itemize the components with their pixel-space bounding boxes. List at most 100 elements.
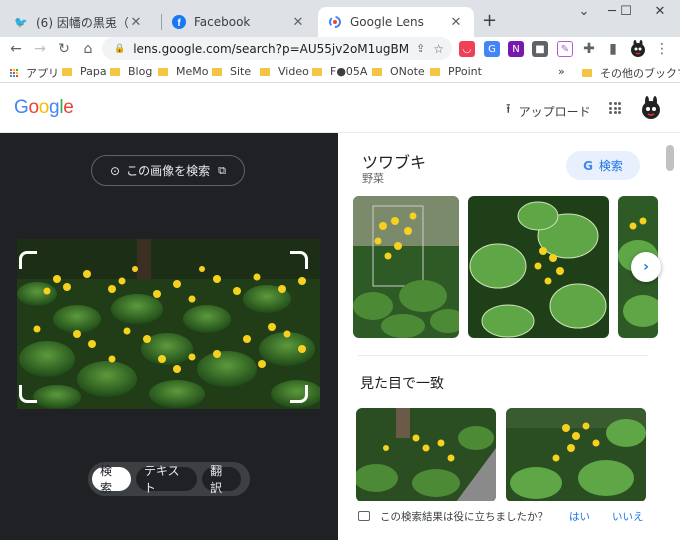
pocket-icon[interactable]: ◡ (459, 41, 475, 57)
address-bar[interactable]: 🔒 lens.google.com/search?p=AU55jv2oM1ugB… (102, 37, 452, 60)
lens-header: Google ⭱ アップロード (0, 84, 680, 133)
extension-icon[interactable]: ■ (532, 41, 548, 57)
section-divider (358, 355, 648, 356)
crop-corner-top-left[interactable] (19, 251, 37, 269)
next-images-chevron-icon[interactable]: › (631, 252, 661, 282)
bookmark-star-icon[interactable]: ☆ (433, 42, 444, 56)
google-apps-icon[interactable] (609, 102, 621, 114)
feedback-question: この検索結果は役に立ちましたか？ (380, 511, 548, 523)
maximize-icon[interactable]: ☐ (618, 4, 634, 19)
bookmark-folder[interactable]: PPoint (430, 65, 482, 78)
logo-letter: G (14, 97, 29, 118)
home-icon[interactable]: ⌂ (78, 39, 98, 59)
tab-title: (6) 因幡の黒兎（@kurousa (36, 15, 128, 30)
browser-toolbar: ← → ↻ ⌂ 🔒 lens.google.com/search?p=AU55j… (0, 37, 680, 61)
feedback-yes-link[interactable]: はい (569, 509, 590, 524)
logo-letter: e (63, 97, 74, 118)
twitter-icon: 🐦 (14, 15, 28, 29)
google-logo[interactable]: Google (14, 97, 74, 119)
reload-icon[interactable]: ↻ (54, 39, 74, 59)
folder-icon (212, 67, 222, 76)
puzzle-icon[interactable]: ✚ (579, 39, 599, 59)
crop-corner-bottom-right[interactable] (290, 385, 308, 403)
bookmark-folder[interactable]: Blog (110, 65, 152, 78)
new-tab-button[interactable]: + (482, 10, 497, 31)
share-icon[interactable]: ⇪ (416, 42, 425, 55)
folder-icon (62, 67, 72, 76)
bookmark-label: アプリ (26, 67, 59, 80)
crop-corner-top-right[interactable] (290, 251, 308, 269)
bookmarks-bar: アプリ Papa Blog MeMo Site Video F●05A ONot… (0, 61, 680, 83)
close-tab-icon[interactable]: ✕ (290, 15, 306, 30)
bookmark-label: Blog (128, 65, 153, 78)
feedback-bar: この検索結果は役に立ちましたか？ はい いいえ (338, 501, 680, 540)
bookmark-label: MeMo (176, 65, 209, 78)
bookmark-label: PPoint (448, 65, 482, 78)
entity-subtitle: 野菜 (362, 172, 384, 185)
bookmark-folder[interactable]: ONote (372, 65, 425, 78)
query-photo (17, 239, 320, 409)
chevron-down-icon[interactable]: ⌄ (576, 4, 592, 19)
bookmark-apps[interactable]: アプリ (10, 65, 59, 81)
facebook-icon: f (172, 15, 186, 29)
bookmark-label: Video (278, 65, 309, 78)
results-scrollbar[interactable] (666, 145, 674, 171)
apps-icon (10, 69, 18, 77)
lens-search-icon: ⊙ (110, 163, 121, 178)
bookmark-label: Site (230, 65, 252, 78)
close-tab-icon[interactable]: ✕ (448, 15, 464, 30)
bookmark-other[interactable]: その他のブックマーク (582, 65, 680, 81)
google-search-button[interactable]: G 検索 (566, 151, 640, 180)
tab-title: Google Lens (350, 15, 424, 29)
profile-avatar-icon[interactable] (628, 39, 648, 59)
bookmark-label: その他のブックマーク (600, 67, 680, 80)
translate-icon[interactable]: G (484, 41, 500, 57)
google-search-label: 検索 (598, 159, 623, 173)
logo-letter: o (28, 97, 39, 118)
bookmark-label: ONote (390, 65, 425, 78)
tab-facebook[interactable]: f Facebook ✕ (162, 7, 316, 37)
bookmark-label: F●05A (330, 65, 368, 78)
account-avatar[interactable] (640, 96, 662, 120)
bookmark-folder[interactable]: Papa (62, 65, 107, 78)
entity-image[interactable] (468, 196, 609, 338)
open-external-icon: ⧉ (218, 163, 226, 177)
mode-translate-button[interactable]: 翻訳 (202, 464, 241, 495)
logo-letter: g (49, 97, 60, 118)
lens-mode-switcher: 検索 テキスト 翻訳 (88, 462, 250, 496)
back-icon[interactable]: ← (6, 39, 26, 59)
feedback-no-link[interactable]: いいえ (612, 509, 644, 524)
mode-search-button[interactable]: 検索 (92, 464, 131, 495)
tab-twitter[interactable]: 🐦 (6) 因幡の黒兎（@kurousa ✕ (4, 7, 154, 37)
menu-icon[interactable]: ⋮ (652, 39, 672, 59)
bookmark-folder[interactable]: F●05A (312, 65, 367, 78)
lock-icon: 🔒 (114, 43, 126, 54)
folder-icon (372, 67, 382, 76)
bookmark-folder[interactable]: Site (212, 65, 251, 78)
folder-icon (430, 67, 440, 76)
upload-icon: ⭱ (506, 102, 511, 117)
tab-google-lens[interactable]: Google Lens ✕ (318, 7, 474, 37)
upload-button[interactable]: ⭱ アップロード (506, 100, 591, 122)
search-this-image-button[interactable]: ⊙ この画像を検索 ⧉ (91, 155, 245, 186)
visual-matches-heading: 見た目で一致 (360, 376, 444, 392)
forward-icon[interactable]: → (30, 39, 50, 59)
tab-strip: 🐦 (6) 因幡の黒兎（@kurousa ✕ f Facebook ✕ Goog… (0, 0, 680, 37)
visual-match-image[interactable] (506, 408, 646, 502)
crop-corner-bottom-left[interactable] (19, 385, 37, 403)
bookmark-folder[interactable]: MeMo (158, 65, 208, 78)
side-panel-icon[interactable]: ▮ (603, 39, 623, 59)
visual-match-image[interactable] (356, 408, 496, 502)
image-viewer-pane: ⊙ この画像を検索 ⧉ 検索 テキスト 翻訳 (0, 133, 338, 540)
extension-pen-icon[interactable]: ✎ (557, 41, 573, 57)
folder-icon (312, 67, 322, 76)
folder-icon (158, 67, 168, 76)
entity-image[interactable] (353, 196, 459, 338)
bookmark-folder[interactable]: Video (260, 65, 309, 78)
bookmarks-overflow-chevron[interactable]: » (558, 65, 565, 78)
feedback-icon (358, 511, 370, 521)
close-tab-icon[interactable]: ✕ (128, 15, 144, 30)
close-window-icon[interactable]: ✕ (652, 4, 668, 19)
onenote-icon[interactable]: N (508, 41, 524, 57)
mode-text-button[interactable]: テキスト (135, 464, 198, 495)
